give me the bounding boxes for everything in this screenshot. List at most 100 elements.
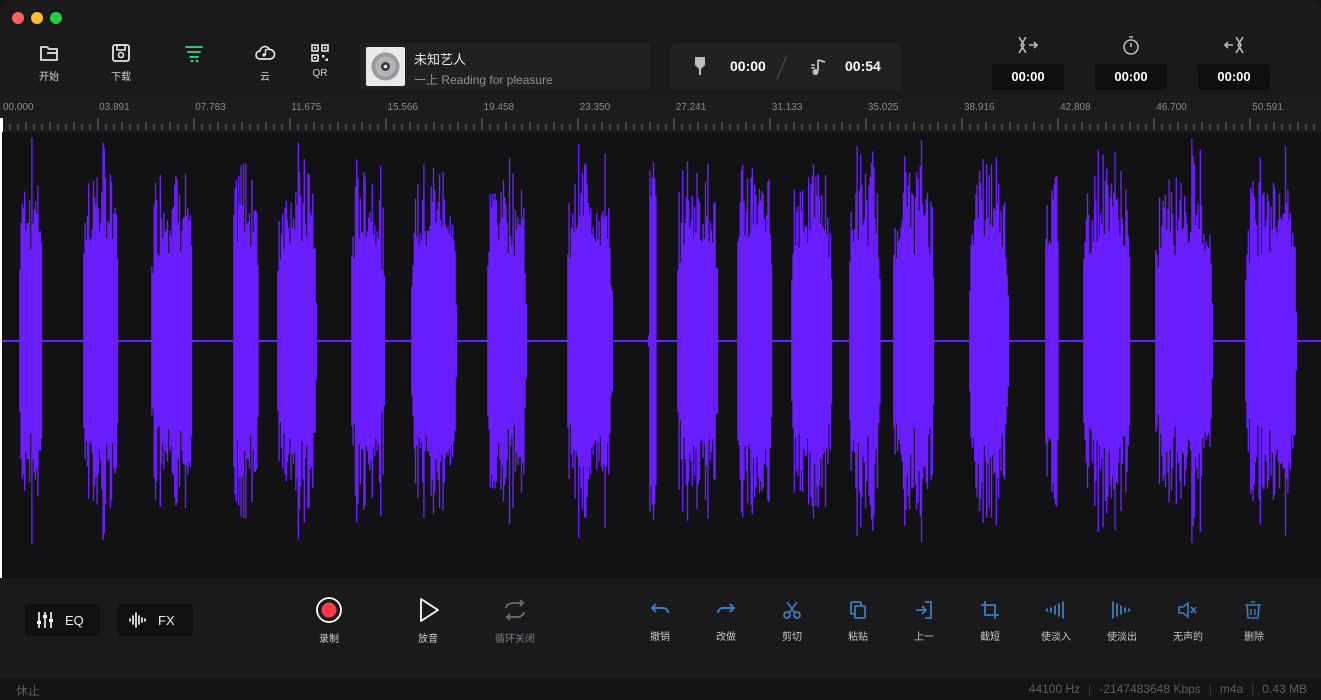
delete-icon xyxy=(1245,601,1261,619)
qr-code-icon xyxy=(311,44,329,62)
paste-label: 粘贴 xyxy=(848,632,868,643)
redo-icon xyxy=(717,603,736,614)
folder-open-icon xyxy=(40,46,58,61)
record-label: 录制 xyxy=(319,634,339,645)
undo-button[interactable]: 撤销 xyxy=(633,600,687,643)
timeline-ruler[interactable]: 00.000 03.891 07.783 11.675 15.566 19.458 23.3… xyxy=(0,96,1321,132)
redo-label: 改做 xyxy=(716,632,736,643)
trim-start-icon xyxy=(1018,36,1039,54)
cloud-music-icon xyxy=(255,45,276,60)
paste-button[interactable]: 粘贴 xyxy=(831,600,885,643)
minimize-window-button[interactable] xyxy=(31,12,43,24)
insert-label: 上一 xyxy=(914,632,934,643)
record-button[interactable]: 录制 xyxy=(299,596,359,645)
current-time: 00:00 xyxy=(730,58,766,74)
status-separator: | xyxy=(1208,682,1212,696)
zoom-window-button[interactable] xyxy=(50,12,62,24)
album-art xyxy=(366,47,405,86)
cut-button[interactable]: 剪切 xyxy=(765,600,819,643)
toolbar-download-button[interactable]: 下载 xyxy=(96,42,146,83)
play-label: 放音 xyxy=(418,634,438,645)
timer-control[interactable]: 00:00 xyxy=(1095,34,1167,90)
waveform-area[interactable] xyxy=(0,132,1321,578)
trim-end-time[interactable]: 00:00 xyxy=(1198,64,1270,90)
trim-end-icon xyxy=(1223,36,1244,54)
insert-icon xyxy=(916,601,932,619)
loop-button[interactable]: 循环关闭 xyxy=(485,596,545,645)
now-playing-card[interactable]: 未知艺人 一上 Reading for pleasure xyxy=(360,43,650,90)
delete-label: 删除 xyxy=(1244,632,1264,643)
fade-out-button[interactable]: 使淡出 xyxy=(1095,600,1149,643)
cut-label: 剪切 xyxy=(782,632,802,643)
file-format: m4a xyxy=(1219,682,1244,696)
fade-out-label: 使淡出 xyxy=(1107,632,1137,643)
mute-button[interactable]: 无声的 xyxy=(1161,600,1215,643)
loop-icon xyxy=(505,599,525,621)
fx-button[interactable]: FX xyxy=(118,604,193,636)
insert-button[interactable]: 上一 xyxy=(897,600,951,643)
file-info: 44100 Hz | -2147483648 Kbps | m4a | 0.43… xyxy=(1029,682,1307,696)
loop-label: 循环关闭 xyxy=(495,634,535,645)
eq-button[interactable]: EQ xyxy=(25,604,100,636)
trim-start-time[interactable]: 00:00 xyxy=(992,64,1064,90)
playback-state: 休止 xyxy=(16,684,41,698)
total-time: 00:54 xyxy=(845,58,881,74)
toolbar-open-button[interactable]: 开始 xyxy=(24,42,74,83)
file-size: 0.43 MB xyxy=(1262,682,1307,696)
paste-icon xyxy=(850,601,866,619)
music-note-icon xyxy=(811,59,826,75)
delete-button[interactable]: 删除 xyxy=(1227,600,1281,643)
undo-icon xyxy=(650,603,669,614)
waveform[interactable] xyxy=(0,132,1321,578)
scissors-icon xyxy=(783,601,801,619)
fx-label: FX xyxy=(158,612,175,628)
track-artist: 未知艺人 xyxy=(414,52,467,67)
sound-wave-icon xyxy=(129,612,146,628)
filter-list-icon xyxy=(185,46,203,63)
toolbar-qr-label: QR xyxy=(312,68,328,79)
status-separator: | xyxy=(1088,682,1092,696)
time-divider xyxy=(776,54,788,80)
playhead-line[interactable] xyxy=(0,132,2,578)
redo-button[interactable]: 改做 xyxy=(699,600,753,643)
play-icon xyxy=(420,598,439,622)
crop-button[interactable]: 截短 xyxy=(963,600,1017,643)
trim-end-control[interactable]: 00:00 xyxy=(1198,34,1270,90)
record-icon xyxy=(316,597,342,623)
toolbar-open-label: 开始 xyxy=(39,72,59,83)
timer-time[interactable]: 00:00 xyxy=(1095,64,1167,90)
mute-label: 无声的 xyxy=(1173,632,1203,643)
app-window: 开始 下载 云 QR 未知艺人 一上 Reading for pleasure … xyxy=(0,0,1321,700)
fade-in-icon xyxy=(1046,601,1064,619)
fade-out-icon xyxy=(1112,601,1130,619)
trim-start-control[interactable]: 00:00 xyxy=(992,34,1064,90)
track-title: 一上 Reading for pleasure xyxy=(414,73,553,87)
toolbar-download-label: 下载 xyxy=(111,72,131,83)
disc-icon xyxy=(371,52,400,81)
close-window-button[interactable] xyxy=(12,12,24,24)
status-separator: | xyxy=(1251,682,1255,696)
ruler-ticks xyxy=(0,118,1315,132)
save-icon xyxy=(112,44,130,62)
toolbar-cloud-button[interactable]: 云 xyxy=(240,42,290,83)
crop-icon xyxy=(981,601,999,619)
equalizer-icon xyxy=(37,612,53,628)
sample-rate: 44100 Hz xyxy=(1028,682,1081,696)
undo-label: 撤销 xyxy=(650,632,670,643)
fade-in-label: 使淡入 xyxy=(1041,632,1071,643)
stopwatch-icon xyxy=(1123,36,1139,55)
crop-label: 截短 xyxy=(980,632,1000,643)
fade-in-button[interactable]: 使淡入 xyxy=(1029,600,1083,643)
play-button[interactable]: 放音 xyxy=(398,596,458,645)
status-bar: 休止 44100 Hz | -2147483648 Kbps | m4a | 0… xyxy=(0,678,1321,700)
toolbar-filter-button[interactable] xyxy=(169,42,219,68)
playhead-marker[interactable] xyxy=(0,118,3,132)
bottom-controls: EQ FX 录制 放音 循环关闭 撤销 改做 剪切 粘贴 上一 截短 使淡入 使… xyxy=(0,578,1321,678)
toolbar-qr-button[interactable]: QR xyxy=(295,42,345,79)
time-display: 00:00 00:54 xyxy=(671,43,901,90)
bitrate: -2147483648 Kbps xyxy=(1099,682,1201,696)
mute-icon xyxy=(1178,601,1197,619)
eq-label: EQ xyxy=(65,612,84,628)
marker-pin-icon xyxy=(695,57,705,75)
toolbar-cloud-label: 云 xyxy=(260,72,270,83)
